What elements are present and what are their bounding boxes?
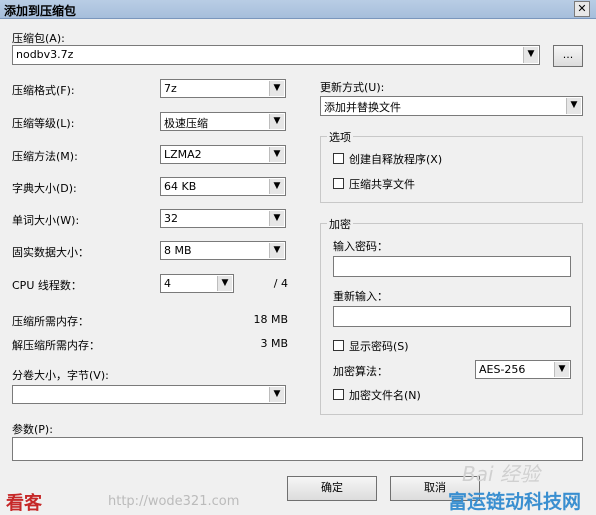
options-title: 选项 — [327, 129, 353, 145]
reenter-label: 重新输入： — [333, 290, 388, 303]
password-label: 输入密码： — [333, 240, 388, 253]
corner-watermark: 富运链动科技网 — [448, 491, 582, 513]
browse-button[interactable]: ... — [553, 45, 583, 67]
title-bar: 添加到压缩包 ✕ — [0, 0, 596, 19]
threads-select[interactable]: 4 ▼ — [160, 274, 234, 293]
chevron-down-icon[interactable]: ▼ — [269, 387, 284, 402]
ok-button[interactable]: 确定 — [287, 476, 377, 501]
split-label: 分卷大小，字节(V): — [12, 369, 109, 382]
window-title: 添加到压缩包 — [4, 4, 77, 18]
show-password-checkbox[interactable] — [333, 340, 344, 351]
word-select[interactable]: 32 ▼ — [160, 209, 286, 228]
chevron-down-icon[interactable]: ▼ — [269, 211, 284, 226]
format-value: 7z — [164, 82, 177, 95]
close-icon[interactable]: ✕ — [574, 1, 590, 17]
mem-compress-value: 18 MB — [253, 313, 288, 326]
threads-total: / 4 — [273, 277, 288, 290]
sfx-label[interactable]: 创建自释放程序(X) — [349, 151, 442, 167]
enc-method-label: 加密算法： — [333, 365, 388, 378]
format-select[interactable]: 7z ▼ — [160, 79, 286, 98]
show-password-label[interactable]: 显示密码(S) — [349, 338, 409, 354]
dict-select[interactable]: 64 KB ▼ — [160, 177, 286, 196]
dict-label: 字典大小(D): — [12, 182, 77, 195]
password-input[interactable] — [333, 256, 571, 277]
shared-label[interactable]: 压缩共享文件 — [349, 176, 415, 192]
encrypt-names-label[interactable]: 加密文件名(N) — [349, 387, 421, 403]
level-select[interactable]: 极速压缩 ▼ — [160, 112, 286, 131]
archive-path-value: nodbv3.7z — [16, 48, 74, 61]
chevron-down-icon[interactable]: ▼ — [269, 114, 284, 129]
chevron-down-icon[interactable]: ▼ — [269, 179, 284, 194]
dict-value: 64 KB — [164, 180, 197, 193]
threads-value: 4 — [164, 277, 171, 290]
word-value: 32 — [164, 212, 178, 225]
chevron-down-icon[interactable]: ▼ — [269, 243, 284, 258]
params-label: 参数(P): — [12, 423, 53, 436]
options-group: 选项 — [320, 129, 583, 203]
chevron-down-icon[interactable]: ▼ — [269, 81, 284, 96]
site-logo: 看客 — [6, 493, 42, 514]
chevron-down-icon[interactable]: ▼ — [269, 147, 284, 162]
site-url: http://wode321.com — [108, 494, 240, 509]
method-select[interactable]: LZMA2 ▼ — [160, 145, 286, 164]
encrypt-names-checkbox[interactable] — [333, 389, 344, 400]
level-value: 极速压缩 — [164, 117, 208, 130]
sfx-checkbox[interactable] — [333, 153, 344, 164]
format-label: 压缩格式(F): — [12, 84, 75, 97]
chevron-down-icon[interactable]: ▼ — [217, 276, 232, 291]
chevron-down-icon[interactable]: ▼ — [554, 362, 569, 377]
update-select[interactable]: 添加并替换文件 ▼ — [320, 96, 583, 116]
archive-label: 压缩包(A): — [12, 32, 65, 45]
level-label: 压缩等级(L): — [12, 117, 75, 130]
enc-method-select[interactable]: AES-256 ▼ — [475, 360, 571, 379]
update-value: 添加并替换文件 — [324, 101, 401, 114]
mem-decompress-value: 3 MB — [260, 337, 288, 350]
enc-method-value: AES-256 — [479, 363, 526, 376]
solid-label: 固实数据大小： — [12, 246, 89, 259]
update-label: 更新方式(U): — [320, 81, 385, 94]
mem-compress-label: 压缩所需内存： — [12, 315, 89, 328]
threads-label: CPU 线程数： — [12, 279, 82, 292]
baidu-watermark: Bai 经验 — [462, 462, 540, 486]
chevron-down-icon[interactable]: ▼ — [566, 98, 581, 114]
solid-value: 8 MB — [164, 244, 192, 257]
shared-checkbox[interactable] — [333, 178, 344, 189]
archive-path-combo[interactable]: nodbv3.7z ▼ — [12, 45, 540, 65]
reenter-input[interactable] — [333, 306, 571, 327]
method-value: LZMA2 — [164, 148, 202, 161]
word-label: 单词大小(W): — [12, 214, 80, 227]
method-label: 压缩方法(M): — [12, 150, 78, 163]
split-select[interactable]: ▼ — [12, 385, 286, 404]
mem-decompress-label: 解压缩所需内存： — [12, 339, 100, 352]
chevron-down-icon[interactable]: ▼ — [523, 47, 538, 63]
encryption-title: 加密 — [327, 216, 353, 232]
solid-select[interactable]: 8 MB ▼ — [160, 241, 286, 260]
